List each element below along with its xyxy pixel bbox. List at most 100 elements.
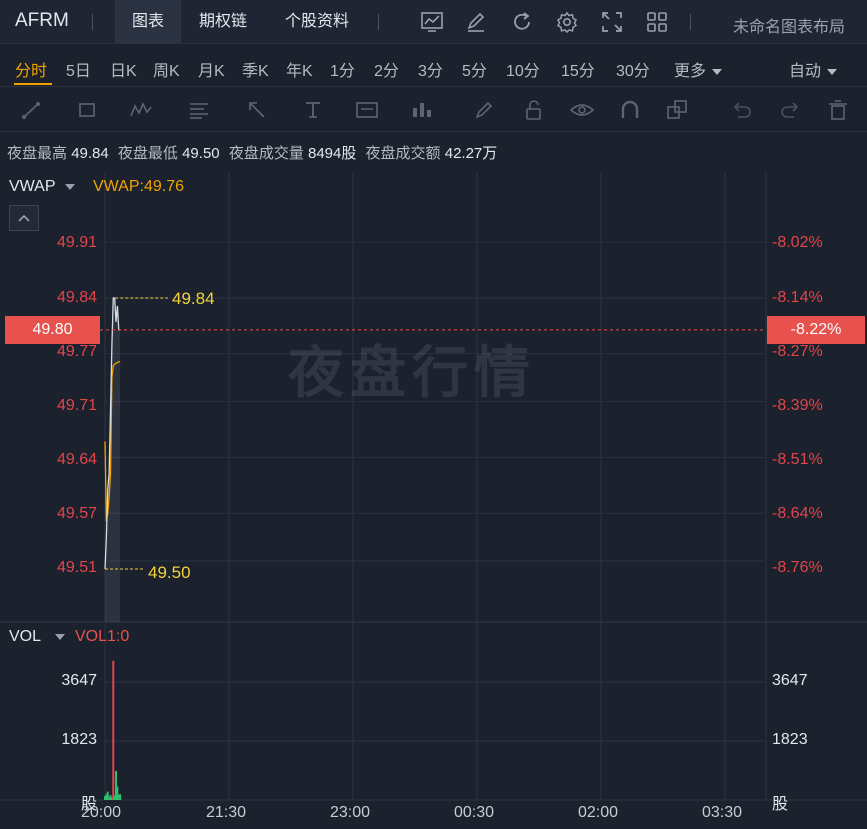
indicator-chart-icon[interactable] [420, 11, 444, 33]
price-tick: 49.84 [56, 289, 97, 306]
refresh-icon[interactable] [510, 11, 534, 33]
volume-bar [119, 794, 122, 800]
brush-icon[interactable] [470, 98, 498, 122]
redo-icon[interactable] [776, 98, 804, 122]
volume-bar [116, 786, 119, 800]
time-tick: 02:00 [578, 804, 619, 821]
time-tick: 21:30 [206, 804, 247, 821]
session-stats: 夜盘最高 49.84 夜盘最低 49.50 夜盘成交量 8494股 夜盘成交额 … [7, 142, 502, 163]
percent-tick: -8.14% [772, 289, 823, 306]
volume-bar [112, 660, 115, 800]
period-2m[interactable]: 2分 [374, 57, 399, 81]
divider [378, 14, 379, 30]
volume-tick: 3647 [61, 672, 97, 689]
lock-icon[interactable] [520, 98, 548, 122]
percent-tick: -8.76% [772, 559, 823, 576]
volume-bar [106, 791, 109, 800]
vwap-indicator-selector[interactable]: VWAP [9, 178, 75, 196]
high-marker-label: 49.84 [172, 289, 215, 308]
active-period-underline [14, 83, 52, 85]
divider [690, 14, 691, 30]
low-marker-label: 49.50 [148, 563, 191, 582]
period-month[interactable]: 月K [198, 57, 225, 81]
volume-bar [108, 797, 111, 800]
vol-indicator-selector[interactable]: VOL [9, 628, 66, 646]
pattern-icon[interactable] [128, 98, 156, 122]
volume-bar [104, 796, 106, 800]
chevron-down-icon [55, 633, 66, 640]
current-percent-tag: -8.22% [767, 316, 865, 344]
volume-label: 夜盘成交量 [228, 145, 304, 162]
undo-icon[interactable] [728, 98, 756, 122]
period-intraday[interactable]: 分时 [15, 57, 47, 81]
layers-icon[interactable] [664, 98, 692, 122]
chevron-down-icon [64, 183, 75, 190]
time-tick: 00:30 [454, 804, 495, 821]
volume-bar [115, 770, 118, 800]
period-week[interactable]: 周K [153, 57, 180, 81]
vwap-value: VWAP:49.76 [93, 178, 185, 195]
price-tick: 49.71 [56, 397, 97, 414]
eye-icon[interactable] [568, 98, 596, 122]
period-15m[interactable]: 15分 [561, 57, 595, 81]
percent-tick: -8.51% [772, 451, 823, 468]
period-3m[interactable]: 3分 [418, 57, 443, 81]
fullscreen-icon[interactable] [600, 11, 624, 33]
period-quarter[interactable]: 季K [242, 57, 269, 81]
pen-icon[interactable] [464, 11, 488, 33]
tab-options-chain[interactable]: 期权链 [188, 0, 258, 44]
volume-bar [117, 794, 120, 800]
volume-bar [113, 795, 116, 800]
drawing-toolbar [0, 88, 867, 132]
price-tick: 49.91 [56, 234, 97, 251]
volume-bar [105, 794, 108, 800]
trash-icon[interactable] [824, 98, 852, 122]
fib-icon[interactable] [186, 98, 214, 122]
price-area [105, 298, 121, 622]
period-day[interactable]: 日K [110, 57, 137, 81]
grid-layout-icon[interactable] [645, 11, 669, 33]
chart-grid [0, 172, 867, 801]
chevron-down-icon [827, 68, 838, 75]
volume-value: 8494股 [308, 145, 357, 162]
measure-icon[interactable] [408, 98, 436, 122]
period-10m[interactable]: 10分 [506, 57, 540, 81]
period-5m[interactable]: 5分 [462, 57, 487, 81]
tab-stock-profile[interactable]: 个股资料 [272, 0, 362, 44]
low-value: 49.50 [182, 145, 220, 162]
auto-label: 自动 [789, 63, 822, 80]
high-value: 49.84 [71, 145, 109, 162]
arrow-icon[interactable] [244, 98, 272, 122]
period-year[interactable]: 年K [286, 57, 313, 81]
vwap-indicator-name: VWAP [9, 178, 56, 195]
price-line [104, 297, 121, 570]
tab-chart[interactable]: 图表 [115, 0, 181, 44]
current-price-tag: 49.80 [5, 316, 100, 344]
symbol-label[interactable]: AFRM [15, 10, 69, 32]
period-5d[interactable]: 5日 [66, 57, 91, 81]
vol-indicator-name: VOL [9, 628, 42, 645]
volume-tick: 3647 [772, 672, 808, 689]
volume-unit: 股 [772, 796, 789, 813]
period-1m[interactable]: 1分 [330, 57, 355, 81]
layout-name[interactable]: 未命名图表布局 [733, 13, 845, 37]
percent-tick: -8.02% [772, 234, 823, 251]
trend-line-icon[interactable] [18, 98, 46, 122]
period-30m[interactable]: 30分 [616, 57, 650, 81]
note-icon[interactable] [354, 98, 382, 122]
volume-bars [104, 660, 122, 800]
rectangle-icon[interactable] [74, 98, 102, 122]
magnet-icon[interactable] [616, 98, 644, 122]
volume-tick: 1823 [772, 731, 808, 748]
auto-scale-button[interactable]: 自动 [789, 57, 838, 81]
period-bar: 分时 5日 日K 周K 月K 季K 年K 1分 2分 3分 5分 10分 15分… [0, 45, 867, 87]
text-icon[interactable] [300, 98, 328, 122]
watermark: 夜盘行情 [288, 341, 536, 404]
settings-icon[interactable] [555, 11, 579, 34]
more-periods-dropdown[interactable]: 更多 [674, 57, 723, 81]
collapse-button[interactable] [9, 205, 39, 231]
volume-tick: 1823 [61, 731, 97, 748]
volume-bar [109, 795, 112, 800]
time-tick: 20:00 [81, 804, 122, 821]
time-tick: 23:00 [330, 804, 371, 821]
